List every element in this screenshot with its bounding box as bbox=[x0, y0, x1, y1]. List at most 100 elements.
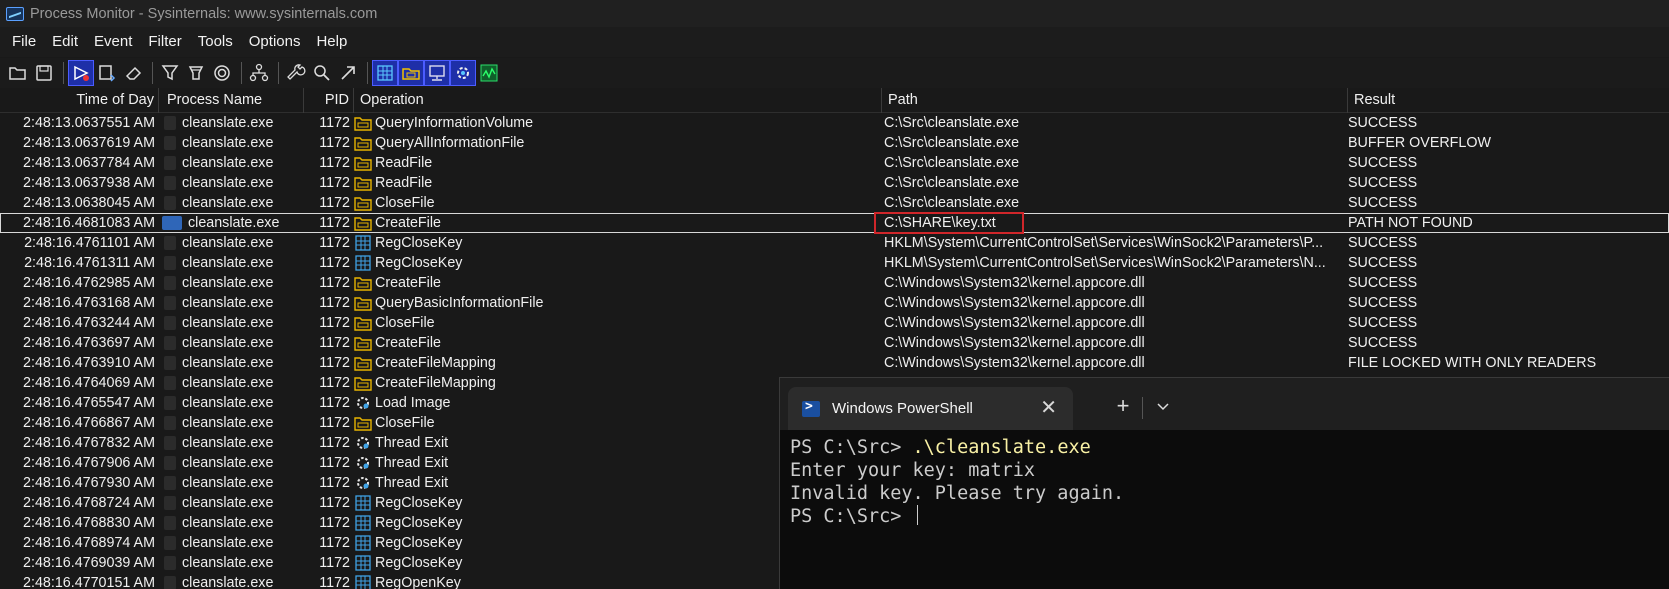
result-cell: PATH NOT FOUND bbox=[1348, 215, 1473, 231]
powershell-tab[interactable]: Windows PowerShell ✕ bbox=[788, 387, 1073, 430]
table-row[interactable]: 2:48:13.0637784 AM cleanslate.exe 1172 Read… bbox=[0, 153, 1669, 173]
column-header-result[interactable]: Result bbox=[1348, 88, 1669, 113]
wrench-icon[interactable] bbox=[284, 61, 308, 85]
highlight-icon[interactable] bbox=[184, 61, 208, 85]
menu-file[interactable]: File bbox=[4, 29, 44, 55]
pid-cell: 1172 bbox=[319, 475, 350, 491]
operation-name: QueryAllInformationFile bbox=[375, 135, 525, 151]
eraser-icon[interactable] bbox=[121, 61, 145, 85]
network-icon[interactable] bbox=[424, 60, 450, 86]
process-cell: cleanslate.exe bbox=[162, 213, 302, 233]
process-icon bbox=[164, 356, 176, 370]
table-row[interactable]: 2:48:16.4761101 AM cleanslate.exe 1172 RegC… bbox=[0, 233, 1669, 253]
operation-name: CreateFile bbox=[375, 275, 441, 291]
registry-icon bbox=[353, 554, 373, 572]
terminal-line: Invalid key. Please try again. bbox=[790, 483, 1125, 504]
registry-icon[interactable] bbox=[372, 60, 398, 86]
target-icon[interactable] bbox=[210, 61, 234, 85]
process-name: cleanslate.exe bbox=[182, 355, 274, 371]
operation-cell: CloseFile bbox=[353, 313, 878, 333]
toolbar-separator bbox=[63, 62, 64, 84]
menu-options[interactable]: Options bbox=[241, 29, 309, 55]
autoscroll-icon[interactable] bbox=[95, 61, 119, 85]
time-cell: 2:48:16.4767906 AM bbox=[23, 455, 155, 471]
table-row[interactable]: 2:48:16.4763244 AM cleanslate.exe 1172 Clos… bbox=[0, 313, 1669, 333]
result-cell: BUFFER OVERFLOW bbox=[1348, 135, 1491, 151]
find-icon[interactable] bbox=[310, 61, 334, 85]
pid-cell: 1172 bbox=[319, 415, 350, 431]
menu-help[interactable]: Help bbox=[308, 29, 355, 55]
menu-event[interactable]: Event bbox=[86, 29, 140, 55]
result-cell: FILE LOCKED WITH ONLY READERS bbox=[1348, 355, 1597, 371]
save-icon[interactable] bbox=[32, 61, 56, 85]
process-name: cleanslate.exe bbox=[182, 335, 274, 351]
time-cell: 2:48:16.4767832 AM bbox=[23, 435, 155, 451]
text-cursor bbox=[916, 505, 918, 525]
registry-icon bbox=[353, 254, 373, 272]
table-row[interactable]: 2:48:13.0637938 AM cleanslate.exe 1172 Read… bbox=[0, 173, 1669, 193]
capture-icon[interactable] bbox=[68, 60, 94, 86]
menu-tools[interactable]: Tools bbox=[190, 29, 241, 55]
table-row[interactable]: 2:48:13.0638045 AM cleanslate.exe 1172 Clos… bbox=[0, 193, 1669, 213]
time-cell: 2:48:16.4763168 AM bbox=[23, 295, 155, 311]
table-row[interactable]: 2:48:16.4681083 AM cleanslate.exe 1172 Crea… bbox=[0, 212, 1669, 234]
time-cell: 2:48:16.4763697 AM bbox=[23, 335, 155, 351]
table-row[interactable]: 2:48:13.0637551 AM cleanslate.exe 1172 Quer… bbox=[0, 113, 1669, 133]
process-name: cleanslate.exe bbox=[182, 575, 274, 589]
operation-name: CloseFile bbox=[375, 315, 435, 331]
operation-name: CreateFileMapping bbox=[375, 355, 496, 371]
process-icon bbox=[164, 116, 176, 130]
chevron-down-icon[interactable] bbox=[1150, 391, 1176, 423]
table-row[interactable]: 2:48:16.4763697 AM cleanslate.exe 1172 Crea… bbox=[0, 333, 1669, 353]
registry-icon bbox=[353, 514, 373, 532]
column-header-path[interactable]: Path bbox=[882, 88, 1348, 113]
result-cell: SUCCESS bbox=[1348, 235, 1418, 251]
profiling-icon[interactable] bbox=[477, 61, 501, 85]
table-row[interactable]: 2:48:16.4762985 AM cleanslate.exe 1172 Crea… bbox=[0, 273, 1669, 293]
process-name: cleanslate.exe bbox=[188, 215, 280, 231]
column-header-time[interactable]: Time of Day bbox=[0, 88, 159, 113]
table-row[interactable]: 2:48:16.4763168 AM cleanslate.exe 1172 Quer… bbox=[0, 293, 1669, 313]
process-cell: cleanslate.exe bbox=[162, 233, 302, 253]
powershell-window[interactable]: Windows PowerShell ✕ + PS C:\Src> .\clea… bbox=[779, 377, 1669, 589]
open-folder-icon[interactable] bbox=[6, 61, 30, 85]
new-tab-button[interactable]: + bbox=[1106, 391, 1140, 423]
process-cell: cleanslate.exe bbox=[162, 473, 302, 493]
powershell-tab-title: Windows PowerShell bbox=[832, 400, 973, 417]
table-row[interactable]: 2:48:13.0637619 AM cleanslate.exe 1172 Quer… bbox=[0, 133, 1669, 153]
operation-cell: RegCloseKey bbox=[353, 253, 878, 273]
process-thread-icon[interactable] bbox=[450, 60, 476, 86]
time-cell: 2:48:16.4761311 AM bbox=[24, 255, 155, 271]
operation-name: Thread Exit bbox=[375, 455, 449, 471]
menu-edit[interactable]: Edit bbox=[44, 29, 86, 55]
column-header-operation[interactable]: Operation bbox=[354, 88, 882, 113]
tab-divider bbox=[1142, 397, 1143, 419]
terminal-line: PS C:\Src> bbox=[790, 505, 1124, 528]
table-row[interactable]: 2:48:16.4763910 AM cleanslate.exe 1172 Crea… bbox=[0, 353, 1669, 373]
jump-icon[interactable] bbox=[336, 61, 360, 85]
process-gear-icon bbox=[353, 474, 373, 492]
filesystem-icon[interactable] bbox=[398, 60, 424, 86]
process-icon bbox=[164, 376, 176, 390]
column-header-pid[interactable]: PID bbox=[304, 88, 354, 113]
filesystem-icon bbox=[353, 414, 373, 432]
process-cell: cleanslate.exe bbox=[162, 333, 302, 353]
path-cell: C:\Windows\System32\kernel.appcore.dll bbox=[884, 295, 1145, 311]
process-name: cleanslate.exe bbox=[182, 295, 274, 311]
time-cell: 2:48:16.4766867 AM bbox=[23, 415, 155, 431]
grid-header: Time of Day Process Name PID Operation P… bbox=[0, 88, 1669, 113]
close-tab-icon[interactable]: ✕ bbox=[1040, 396, 1057, 420]
time-cell: 2:48:13.0637938 AM bbox=[23, 175, 155, 191]
process-tree-icon[interactable] bbox=[247, 61, 271, 85]
time-cell: 2:48:16.4763910 AM bbox=[23, 355, 155, 371]
table-row[interactable]: 2:48:16.4761311 AM cleanslate.exe 1172 RegC… bbox=[0, 253, 1669, 273]
process-cell: cleanslate.exe bbox=[162, 433, 302, 453]
column-header-process[interactable]: Process Name bbox=[159, 88, 304, 113]
terminal-output[interactable]: PS C:\Src> .\cleanslate.exe Enter your ke… bbox=[790, 436, 1124, 528]
filter-icon[interactable] bbox=[158, 61, 182, 85]
process-cell: cleanslate.exe bbox=[162, 453, 302, 473]
process-gear-icon bbox=[353, 454, 373, 472]
operation-cell: CloseFile bbox=[353, 193, 878, 213]
menu-filter[interactable]: Filter bbox=[140, 29, 189, 55]
pid-cell: 1172 bbox=[319, 495, 350, 511]
